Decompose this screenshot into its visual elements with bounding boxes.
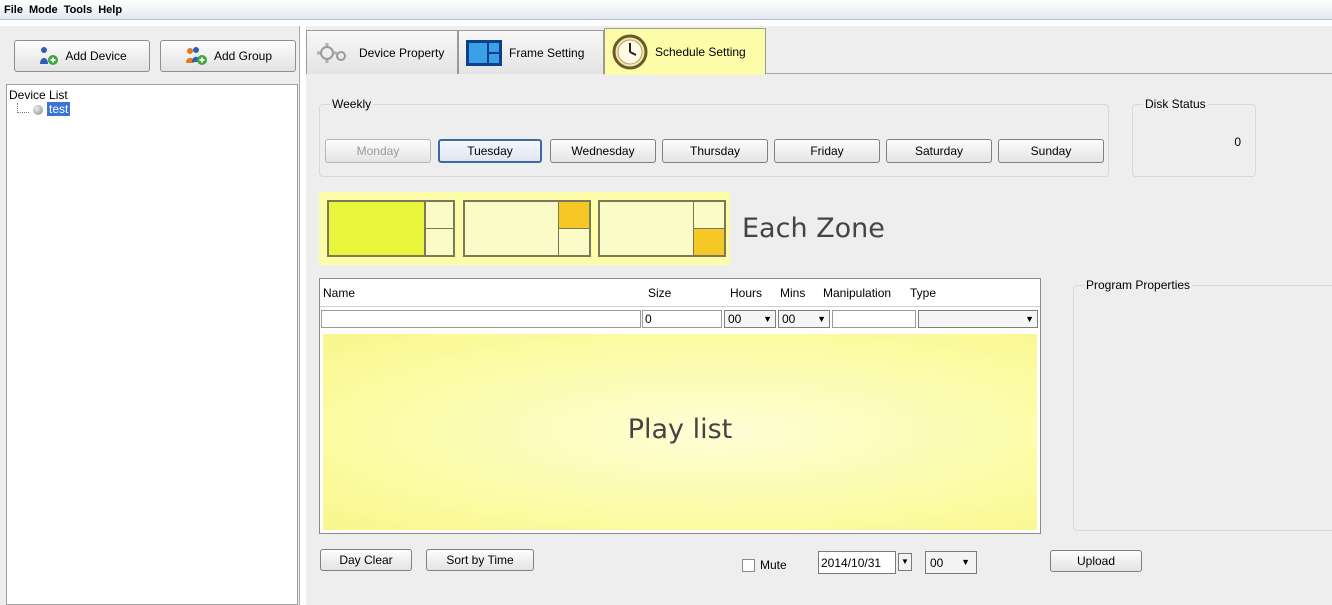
device-list-title: Device List (9, 88, 68, 102)
zone-layout-top[interactable] (463, 200, 591, 257)
mins-select[interactable]: 00 ▼ (778, 310, 830, 328)
col-size[interactable]: Size (648, 286, 671, 300)
playlist-area[interactable]: Play list (323, 334, 1037, 530)
zone-cell-top (558, 201, 590, 229)
playlist-label: Play list (627, 414, 733, 445)
zone-cell-main (328, 201, 425, 256)
day-friday-button[interactable]: Friday (774, 139, 880, 163)
menu-mode[interactable]: Mode (29, 4, 58, 16)
tab-device-property-label: Device Property (359, 45, 445, 60)
add-device-icon (37, 46, 59, 66)
table-row: 0 00 ▼ 00 ▼ ▼ (320, 308, 1040, 330)
time-select[interactable]: 00 ▼ (925, 551, 977, 574)
each-zone-label: Each Zone (742, 213, 885, 244)
sort-by-time-button[interactable]: Sort by Time (426, 549, 534, 571)
zone-cell-top (425, 201, 454, 229)
playlist-table: Name Size Hours Mins Manipulation Type 0… (319, 278, 1041, 534)
chevron-down-icon: ▼ (817, 314, 826, 324)
device-list: Device List test (6, 84, 298, 605)
chevron-down-icon: ▼ (901, 557, 909, 566)
menu-bar: File Mode Tools Help (0, 0, 1332, 20)
chevron-down-icon: ▼ (1025, 314, 1034, 324)
device-status-icon (33, 105, 43, 115)
frame-layout-icon (465, 39, 503, 67)
tab-bar: Device Property Frame Setting Schedule S… (306, 26, 1332, 75)
size-field[interactable]: 0 (642, 310, 722, 328)
right-panel: Device Property Frame Setting Schedule S… (306, 26, 1332, 605)
zone-selector-area (319, 192, 730, 265)
menu-tools[interactable]: Tools (64, 4, 93, 16)
time-value: 00 (930, 556, 944, 570)
mute-label: Mute (760, 558, 787, 572)
zone-cell-top (693, 201, 725, 229)
tab-frame-setting-label: Frame Setting (509, 45, 585, 60)
left-panel: Add Device Add Group Device List test (0, 26, 300, 605)
zone-cell-bottom (693, 228, 725, 256)
disk-status-value: 0 (1234, 135, 1241, 149)
zone-layout-bottom[interactable] (598, 200, 726, 257)
col-hours[interactable]: Hours (730, 286, 762, 300)
weekly-title: Weekly (330, 97, 374, 111)
day-monday-button[interactable]: Monday (325, 139, 431, 163)
name-field[interactable] (321, 310, 641, 328)
device-item-test[interactable]: test (47, 102, 71, 116)
chevron-down-icon: ▼ (961, 557, 970, 567)
day-saturday-button[interactable]: Saturday (886, 139, 992, 163)
hours-select[interactable]: 00 ▼ (724, 310, 776, 328)
gear-icon (313, 40, 353, 66)
disk-status-title: Disk Status (1143, 97, 1208, 111)
zone-layout-main[interactable] (327, 200, 455, 257)
mins-value: 00 (782, 312, 796, 326)
add-group-icon (184, 46, 208, 66)
date-picker-button[interactable]: ▼ (898, 553, 912, 571)
day-clear-button[interactable]: Day Clear (320, 549, 412, 571)
chevron-down-icon: ▼ (763, 314, 772, 324)
hours-value: 00 (728, 312, 742, 326)
add-device-label: Add Device (65, 49, 127, 63)
disk-status-group: Disk Status 0 (1132, 97, 1256, 177)
tab-schedule-setting[interactable]: Schedule Setting (604, 28, 766, 75)
weekly-group: Weekly Monday Tuesday Wednesday Thursday… (319, 97, 1109, 177)
col-manipulation[interactable]: Manipulation (823, 286, 891, 300)
zone-cell-main (599, 201, 694, 256)
zone-cell-main (464, 201, 559, 256)
col-type[interactable]: Type (910, 286, 936, 300)
add-group-label: Add Group (213, 49, 273, 63)
date-field[interactable]: 2014/10/31 (818, 551, 896, 574)
schedule-content: Weekly Monday Tuesday Wednesday Thursday… (306, 75, 1332, 605)
col-name[interactable]: Name (323, 286, 355, 300)
day-tuesday-button[interactable]: Tuesday (438, 139, 542, 163)
day-sunday-button[interactable]: Sunday (998, 139, 1104, 163)
manipulation-field[interactable] (832, 310, 916, 328)
tab-frame-setting[interactable]: Frame Setting (458, 30, 604, 74)
program-properties-group: Program Properties (1073, 278, 1332, 531)
day-wednesday-button[interactable]: Wednesday (550, 139, 656, 163)
tab-device-property[interactable]: Device Property (306, 30, 458, 74)
tree-connector (17, 103, 29, 113)
add-device-button[interactable]: Add Device (14, 40, 150, 72)
zone-cell-bottom (425, 228, 454, 256)
menu-file[interactable]: File (4, 4, 23, 16)
clock-icon (611, 33, 649, 71)
program-properties-title: Program Properties (1084, 278, 1193, 292)
table-header: Name Size Hours Mins Manipulation Type (320, 279, 1040, 307)
mute-checkbox[interactable] (742, 559, 755, 572)
type-select[interactable]: ▼ (918, 310, 1038, 328)
day-thursday-button[interactable]: Thursday (662, 139, 768, 163)
menu-help[interactable]: Help (98, 4, 122, 16)
tab-schedule-setting-label: Schedule Setting (655, 44, 746, 59)
upload-button[interactable]: Upload (1050, 550, 1142, 572)
col-mins[interactable]: Mins (780, 286, 805, 300)
add-group-button[interactable]: Add Group (160, 40, 296, 72)
zone-cell-bottom (558, 228, 590, 256)
